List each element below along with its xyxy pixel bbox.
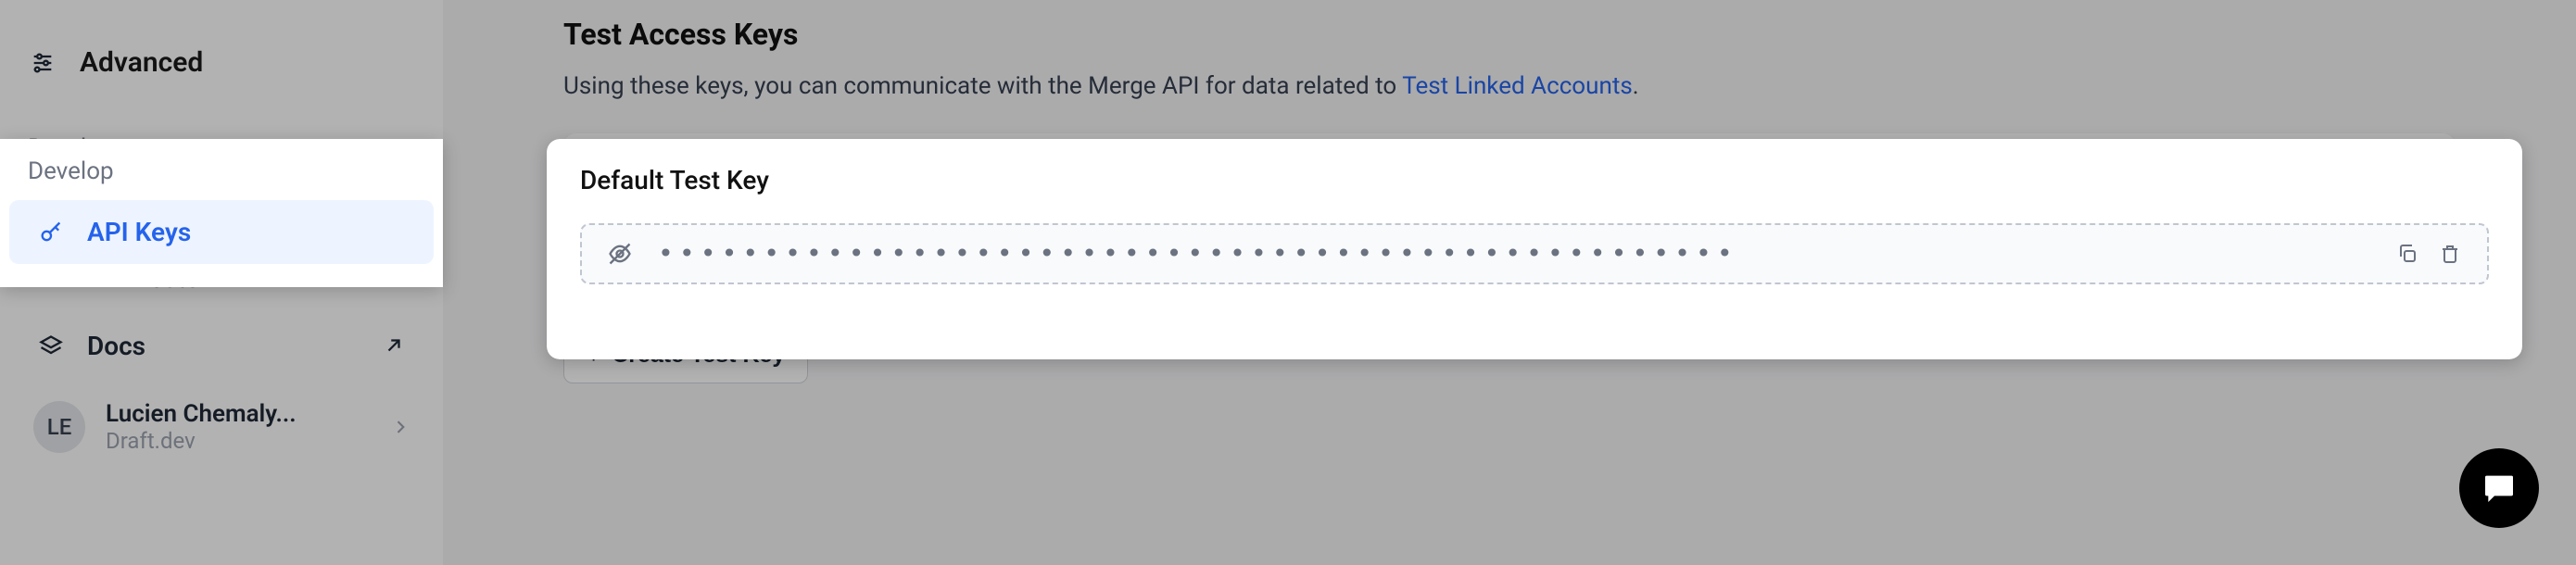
page-description: Using these keys, you can communicate wi…	[443, 52, 2576, 100]
trash-icon[interactable]	[2437, 241, 2463, 267]
sidebar-docs-label: Docs	[87, 331, 361, 361]
default-test-key-card-highlight: Default Test Key •••••••••••••••••••••••…	[547, 139, 2522, 359]
page-desc-suffix: .	[1633, 72, 1639, 100]
layers-icon	[37, 333, 65, 360]
chevron-right-icon	[391, 418, 410, 436]
avatar: LE	[33, 401, 85, 453]
eye-off-icon[interactable]	[606, 240, 634, 268]
user-name: Lucien Chemaly...	[106, 400, 371, 428]
test-linked-accounts-link[interactable]: Test Linked Accounts	[1402, 72, 1633, 100]
external-link-icon	[384, 335, 406, 358]
page-title: Test Access Keys	[443, 0, 2576, 52]
card-title-highlight: Default Test Key	[580, 165, 2489, 195]
intercom-icon	[2481, 470, 2518, 507]
chat-support-button[interactable]	[2459, 448, 2539, 528]
sidebar-api-keys-label-highlight: API Keys	[87, 217, 191, 247]
user-org: Draft.dev	[106, 428, 371, 454]
sidebar-advanced-label: Advanced	[80, 46, 203, 79]
sidebar-section-develop-highlight: Develop	[0, 139, 443, 196]
api-key-field-highlight[interactable]: ••••••••••••••••••••••••••••••••••••••••…	[580, 223, 2489, 284]
page-desc-prefix: Using these keys, you can communicate wi…	[563, 72, 1402, 100]
key-icon	[37, 219, 65, 246]
sidebar-item-docs[interactable]: Docs	[9, 314, 434, 378]
sidebar-item-advanced[interactable]: Advanced	[0, 0, 443, 116]
user-block[interactable]: LE Lucien Chemaly... Draft.dev	[0, 382, 443, 472]
masked-key-value-highlight: ••••••••••••••••••••••••••••••••••••••••…	[658, 241, 2370, 267]
sliders-icon	[28, 48, 57, 78]
sidebar-item-api-keys-highlight[interactable]: API Keys	[9, 200, 434, 264]
copy-icon[interactable]	[2394, 241, 2420, 267]
